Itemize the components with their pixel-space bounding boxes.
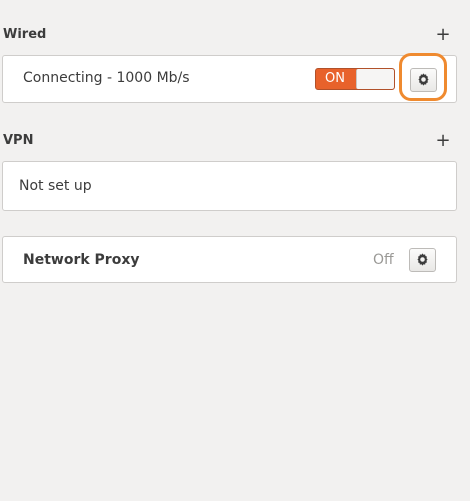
wired-connection-card: Connecting - 1000 Mb/s ON bbox=[2, 55, 457, 103]
network-proxy-label: Network Proxy bbox=[23, 252, 140, 268]
proxy-settings-button[interactable] bbox=[409, 248, 436, 272]
toggle-knob bbox=[356, 69, 394, 89]
vpn-card: Not set up bbox=[2, 161, 457, 211]
wired-toggle-switch[interactable]: ON bbox=[315, 68, 395, 90]
gear-icon bbox=[417, 71, 430, 90]
add-wired-button[interactable]: + bbox=[434, 26, 452, 44]
network-proxy-card[interactable]: Network Proxy Off bbox=[2, 236, 457, 283]
wired-settings-button[interactable] bbox=[410, 68, 437, 92]
wired-connection-status: Connecting - 1000 Mb/s bbox=[23, 70, 190, 86]
wired-section-header: Wired bbox=[3, 27, 47, 42]
vpn-status-text: Not set up bbox=[19, 178, 92, 194]
vpn-section-header: VPN bbox=[3, 133, 34, 148]
proxy-status-text: Off bbox=[373, 252, 394, 268]
add-vpn-button[interactable]: + bbox=[434, 132, 452, 150]
toggle-on-label: ON bbox=[325, 71, 345, 86]
gear-icon bbox=[416, 251, 429, 270]
